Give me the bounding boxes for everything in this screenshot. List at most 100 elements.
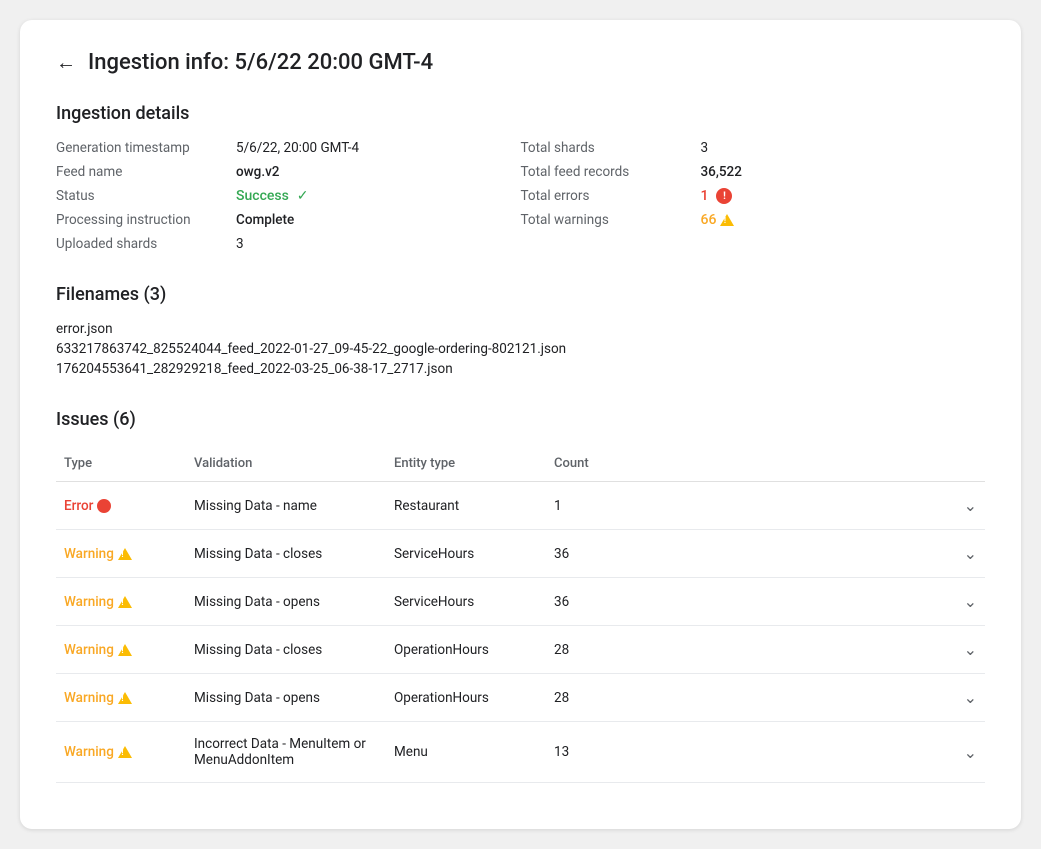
label-status: Status <box>56 188 236 204</box>
value-uploaded-shards: 3 <box>236 236 244 252</box>
value-feed-records: 36,522 <box>701 164 742 180</box>
type-warning-label: Warning <box>64 546 178 562</box>
issues-title: Issues (6) <box>56 409 985 430</box>
table-row[interactable]: Warning Incorrect Data - MenuItem or Men… <box>56 722 985 783</box>
col-header-expand <box>626 446 985 482</box>
chevron-down-icon: ⌄ <box>964 640 977 659</box>
table-row[interactable]: Warning Missing Data - closesServiceHour… <box>56 530 985 578</box>
table-cell-count: 28 <box>546 626 626 674</box>
filenames-section: Filenames (3) error.json 633217863742_82… <box>56 284 985 377</box>
col-header-validation: Validation <box>186 446 386 482</box>
chevron-down-icon: ⌄ <box>964 592 977 611</box>
chevron-down-icon: ⌄ <box>964 496 977 515</box>
warning-tri-icon <box>118 548 132 560</box>
type-warning-label: Warning <box>64 594 178 610</box>
warning-type-text: Warning <box>64 594 114 610</box>
detail-row-timestamp: Generation timestamp 5/6/22, 20:00 GMT-4 <box>56 140 521 156</box>
detail-row-status: Status Success ✓ <box>56 188 521 204</box>
detail-row-total-errors: Total errors 1 ! <box>521 188 986 204</box>
table-cell-validation: Missing Data - opens <box>186 578 386 626</box>
value-total-warnings: 66 <box>701 212 717 228</box>
warning-type-text: Warning <box>64 642 114 658</box>
label-total-errors: Total errors <box>521 188 701 204</box>
chevron-down-icon: ⌄ <box>964 544 977 563</box>
type-error-label: Error <box>64 498 178 514</box>
page-header: ← Ingestion info: 5/6/22 20:00 GMT-4 <box>56 50 985 75</box>
filename-item-0: error.json <box>56 321 985 337</box>
detail-row-feed-name: Feed name owg.v2 <box>56 164 521 180</box>
table-cell-validation: Missing Data - closes <box>186 530 386 578</box>
col-header-count: Count <box>546 446 626 482</box>
table-cell-validation: Missing Data - opens <box>186 674 386 722</box>
label-feed-records: Total feed records <box>521 164 701 180</box>
table-row[interactable]: Warning Missing Data - closesOperationHo… <box>56 626 985 674</box>
value-feed-name: owg.v2 <box>236 164 279 180</box>
detail-row-processing: Processing instruction Complete <box>56 212 521 228</box>
issues-table-header-row: Type Validation Entity type Count <box>56 446 985 482</box>
table-row[interactable]: Error Missing Data - nameRestaurant1 ⌄ <box>56 482 985 530</box>
table-cell-count: 13 <box>546 722 626 783</box>
table-cell-count: 28 <box>546 674 626 722</box>
label-uploaded-shards: Uploaded shards <box>56 236 236 252</box>
error-type-text: Error <box>64 498 93 514</box>
table-row[interactable]: Warning Missing Data - opensOperationHou… <box>56 674 985 722</box>
ingestion-details-title: Ingestion details <box>56 103 985 124</box>
warning-tri-icon <box>118 692 132 704</box>
table-cell-validation: Missing Data - name <box>186 482 386 530</box>
col-header-type: Type <box>56 446 186 482</box>
table-cell-validation: Incorrect Data - MenuItem or MenuAddonIt… <box>186 722 386 783</box>
value-processing: Complete <box>236 212 294 228</box>
table-cell-entity: Menu <box>386 722 546 783</box>
filename-item-1: 633217863742_825524044_feed_2022-01-27_0… <box>56 341 985 357</box>
chevron-down-icon: ⌄ <box>964 688 977 707</box>
warning-tri-icon <box>118 596 132 608</box>
details-grid: Generation timestamp 5/6/22, 20:00 GMT-4… <box>56 140 985 252</box>
error-icon: ! <box>716 188 732 204</box>
error-value-row: 1 ! <box>701 188 733 204</box>
table-cell-entity: OperationHours <box>386 626 546 674</box>
value-status: Success <box>236 188 289 204</box>
label-total-warnings: Total warnings <box>521 212 701 228</box>
table-cell-validation: Missing Data - closes <box>186 626 386 674</box>
type-warning-label: Warning <box>64 642 178 658</box>
warning-value-row: 66 <box>701 212 735 228</box>
table-row[interactable]: Warning Missing Data - opensServiceHours… <box>56 578 985 626</box>
page-title: Ingestion info: 5/6/22 20:00 GMT-4 <box>88 50 433 75</box>
warning-tri-icon <box>118 644 132 656</box>
filename-item-2: 176204553641_282929218_feed_2022-03-25_0… <box>56 361 985 377</box>
expand-row-button[interactable]: ⌄ <box>626 578 985 626</box>
warning-type-text: Warning <box>64 744 114 760</box>
table-cell-count: 36 <box>546 530 626 578</box>
table-cell-entity: ServiceHours <box>386 530 546 578</box>
detail-row-total-shards: Total shards 3 <box>521 140 986 156</box>
error-dot-icon <box>97 499 111 513</box>
filenames-list: error.json 633217863742_825524044_feed_2… <box>56 321 985 377</box>
table-cell-entity: ServiceHours <box>386 578 546 626</box>
expand-row-button[interactable]: ⌄ <box>626 674 985 722</box>
detail-row-feed-records: Total feed records 36,522 <box>521 164 986 180</box>
warning-type-text: Warning <box>64 690 114 706</box>
expand-row-button[interactable]: ⌄ <box>626 626 985 674</box>
warning-tri-icon <box>118 746 132 758</box>
status-value-row: Success ✓ <box>236 188 309 204</box>
value-total-shards: 3 <box>701 140 709 156</box>
check-icon: ✓ <box>297 188 309 204</box>
type-warning-label: Warning <box>64 690 178 706</box>
type-warning-label: Warning <box>64 744 178 760</box>
details-right-col: Total shards 3 Total feed records 36,522… <box>521 140 986 252</box>
issues-table: Type Validation Entity type Count Error … <box>56 446 985 783</box>
warning-type-text: Warning <box>64 546 114 562</box>
table-cell-count: 36 <box>546 578 626 626</box>
back-button[interactable]: ← <box>56 50 76 75</box>
main-card: ← Ingestion info: 5/6/22 20:00 GMT-4 Ing… <box>20 20 1021 829</box>
filenames-title: Filenames (3) <box>56 284 985 305</box>
ingestion-details-section: Ingestion details Generation timestamp 5… <box>56 103 985 252</box>
table-cell-count: 1 <box>546 482 626 530</box>
label-timestamp: Generation timestamp <box>56 140 236 156</box>
expand-row-button[interactable]: ⌄ <box>626 722 985 783</box>
table-cell-entity: Restaurant <box>386 482 546 530</box>
expand-row-button[interactable]: ⌄ <box>626 482 985 530</box>
expand-row-button[interactable]: ⌄ <box>626 530 985 578</box>
label-total-shards: Total shards <box>521 140 701 156</box>
details-left-col: Generation timestamp 5/6/22, 20:00 GMT-4… <box>56 140 521 252</box>
